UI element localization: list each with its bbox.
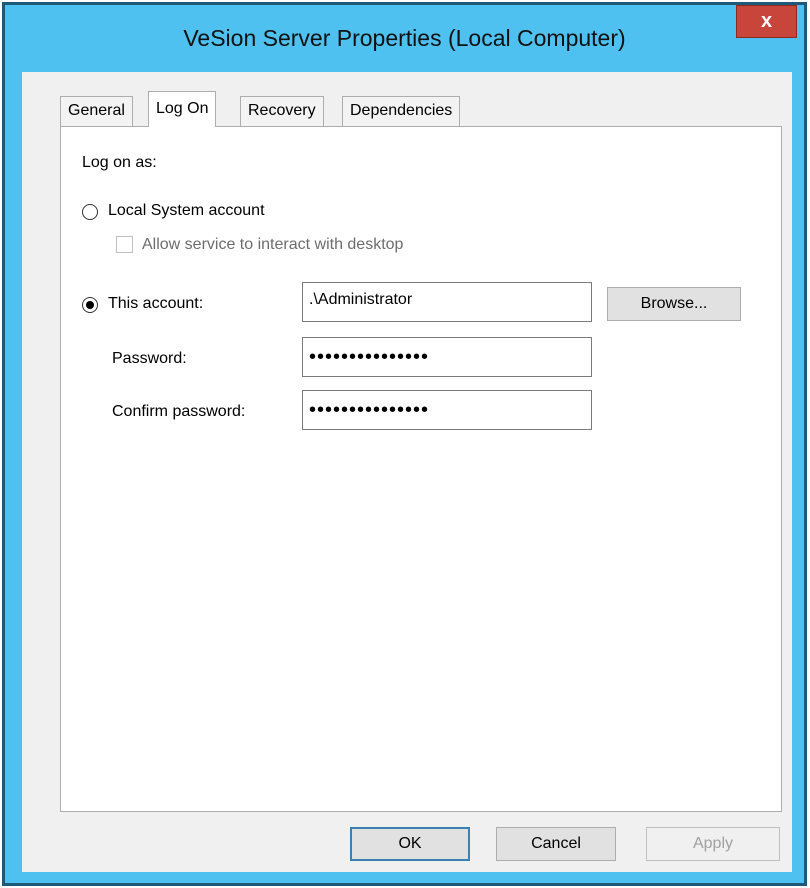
properties-window: VeSion Server Properties (Local Computer… <box>2 2 807 886</box>
cancel-button[interactable]: Cancel <box>496 827 616 861</box>
close-button[interactable]: x <box>736 5 797 38</box>
tab-strip: General Log On Recovery Dependencies <box>22 72 792 132</box>
confirm-password-input[interactable]: ••••••••••••••• <box>302 390 592 430</box>
interact-desktop-label: Allow service to interact with desktop <box>142 236 404 253</box>
local-system-radio[interactable] <box>82 204 98 220</box>
this-account-radio[interactable] <box>82 297 98 313</box>
dialog-client-area: General Log On Recovery Dependencies Log… <box>22 72 792 872</box>
this-account-label[interactable]: This account: <box>108 295 203 313</box>
tab-dependencies[interactable]: Dependencies <box>342 96 461 126</box>
interact-desktop-checkbox[interactable] <box>116 236 133 253</box>
local-system-label[interactable]: Local System account <box>108 202 265 220</box>
tab-general[interactable]: General <box>60 96 133 126</box>
confirm-password-label: Confirm password: <box>112 403 246 420</box>
tab-log-on[interactable]: Log On <box>148 91 217 127</box>
apply-button[interactable]: Apply <box>646 827 780 861</box>
tab-recovery[interactable]: Recovery <box>240 96 324 126</box>
close-icon: x <box>760 10 773 32</box>
ok-button[interactable]: OK <box>350 827 470 861</box>
password-label: Password: <box>112 350 187 367</box>
browse-button[interactable]: Browse... <box>607 287 741 321</box>
password-input[interactable]: ••••••••••••••• <box>302 337 592 377</box>
log-on-as-label: Log on as: <box>82 154 157 171</box>
log-on-panel: Log on as: Local System account Allow se… <box>60 126 782 812</box>
window-title: VeSion Server Properties (Local Computer… <box>183 25 626 51</box>
account-input[interactable]: .\Administrator <box>302 282 592 322</box>
